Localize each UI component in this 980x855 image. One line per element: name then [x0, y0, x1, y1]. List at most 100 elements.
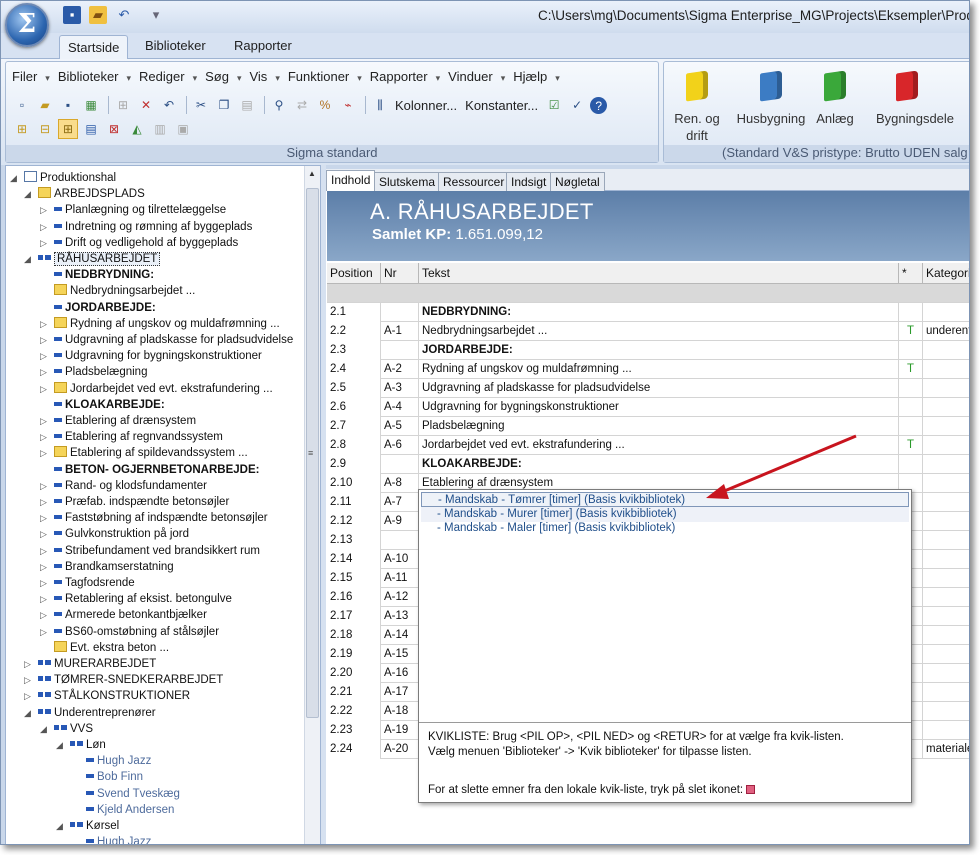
table-row[interactable]: 2.5 A-3 Udgravning af pladskasse for plads…: [327, 379, 969, 398]
tree-node[interactable]: Bob Finn: [72, 769, 143, 785]
expand-toggle-icon[interactable]: ◢: [24, 186, 38, 202]
expand-toggle-icon[interactable]: ▷: [40, 575, 54, 591]
tree-node[interactable]: Evt. ekstra beton ...: [40, 640, 169, 656]
expand-toggle-icon[interactable]: ◢: [40, 721, 54, 737]
tree-node[interactable]: ▷ Etablering af regnvandssystem: [40, 429, 223, 445]
scroll-up-icon[interactable]: ▲: [308, 169, 316, 178]
table-view-icon[interactable]: ▤: [81, 119, 101, 139]
menu-item-8[interactable]: Hjælp: [513, 69, 547, 84]
menu-item-2[interactable]: Rediger: [139, 69, 185, 84]
tree-node[interactable]: ▷ Retablering af eksist. betongulve: [40, 591, 232, 607]
tree-node[interactable]: Hugh Jazz: [72, 753, 151, 769]
menu-item-1[interactable]: Biblioteker: [58, 69, 119, 84]
tree-node[interactable]: ▷ Præfab. indspændte betonsøjler: [40, 494, 229, 510]
cell-txt[interactable]: Rydning af ungskov og muldafrømning ...: [419, 360, 899, 379]
expand-toggle-icon[interactable]: ▷: [40, 559, 54, 575]
tree-node[interactable]: ▷ Rand- og klodsfundamenter: [40, 478, 207, 494]
expand-toggle-icon[interactable]: ▷: [40, 526, 54, 542]
library-button-2[interactable]: Anlæg: [805, 110, 865, 127]
tree-node[interactable]: ▷ Planlægning og tilrettelæggelse: [40, 202, 226, 218]
table-row[interactable]: 2.2 A-1 Nedbrydningsarbejdet ... Tunderent: [327, 322, 969, 341]
help-icon[interactable]: ?: [590, 96, 608, 114]
expand-toggle-icon[interactable]: ▷: [40, 219, 54, 235]
copy-icon[interactable]: ❐: [214, 95, 234, 115]
tree-node[interactable]: ▷ Tagfodsrende: [40, 575, 135, 591]
filter-icon[interactable]: ⊠: [104, 119, 124, 139]
cell-txt[interactable]: NEDBRYDNING:: [419, 303, 899, 322]
cell-txt[interactable]: Nedbrydningsarbejdet ...: [419, 322, 899, 341]
doc-tab-2[interactable]: Ressourcer: [438, 172, 510, 191]
menu-item-3[interactable]: Søg: [205, 69, 229, 84]
expand-toggle-icon[interactable]: ▷: [24, 656, 38, 672]
book-icon-1[interactable]: [760, 70, 782, 102]
expand-toggle-icon[interactable]: ▷: [40, 413, 54, 429]
tree-node[interactable]: ◢ ARBEJDSPLADS: [24, 186, 145, 202]
expand-toggle-icon[interactable]: ▷: [40, 445, 54, 461]
kolonner-button[interactable]: Kolonner...: [395, 98, 457, 113]
print-icon[interactable]: ▣: [173, 119, 193, 139]
cell-txt[interactable]: Udgravning for bygningskonstruktioner: [419, 398, 899, 417]
column-header[interactable]: Tekst: [419, 263, 899, 284]
application-menu-button[interactable]: Σ: [5, 3, 49, 47]
table-row[interactable]: 2.1 NEDBRYDNING:: [327, 303, 969, 322]
percent-icon[interactable]: %: [315, 95, 335, 115]
table-row[interactable]: 2.7 A-5 Pladsbelægning: [327, 417, 969, 436]
expand-toggle-icon[interactable]: ◢: [10, 170, 24, 186]
tree-node[interactable]: JORDARBEJDE:: [40, 300, 156, 316]
column-header[interactable]: Position: [327, 263, 381, 284]
tree-node[interactable]: ▷ Etablering af drænsystem: [40, 413, 196, 429]
tree-node[interactable]: ◢ Løn: [56, 737, 106, 753]
quick-list-item[interactable]: - Mandskab - Maler [timer] (Basis kvikbi…: [421, 521, 909, 536]
save-icon[interactable]: ▪: [58, 95, 78, 115]
expand-toggle-icon[interactable]: ▷: [40, 202, 54, 218]
expand-toggle-icon[interactable]: ◢: [56, 737, 70, 753]
expand-toggle-icon[interactable]: ▷: [40, 624, 54, 640]
tree-node[interactable]: ▷ Gulvkonstruktion på jord: [40, 526, 189, 542]
expand-toggle-icon[interactable]: ▷: [40, 543, 54, 559]
expand-toggle-icon[interactable]: ▷: [40, 348, 54, 364]
konstanter-button[interactable]: Konstanter...: [465, 98, 538, 113]
expand-toggle-icon[interactable]: ▷: [24, 688, 38, 704]
find-icon[interactable]: ⚲: [269, 95, 289, 115]
save-icon[interactable]: ▪: [63, 6, 81, 24]
tab-rapporter[interactable]: Rapporter: [234, 38, 292, 53]
tree-node[interactable]: ▷ MURERARBEJDET: [24, 656, 156, 672]
doc-tab-0[interactable]: Indhold: [326, 170, 376, 191]
menu-item-7[interactable]: Vinduer: [448, 69, 493, 84]
tree-node[interactable]: ▷ Pladsbelægning: [40, 364, 147, 380]
expand-toggle-icon[interactable]: ◢: [24, 705, 38, 721]
tree-node[interactable]: Hugh Jazz: [72, 834, 151, 844]
tree-level-icon[interactable]: ⊞: [58, 119, 78, 139]
quick-list-item[interactable]: - Mandskab - Murer [timer] (Basis kvikbi…: [421, 506, 909, 522]
expand-toggle-icon[interactable]: ▷: [40, 235, 54, 251]
book-icon-0[interactable]: [686, 70, 708, 102]
expand-toggle-icon[interactable]: ▷: [40, 429, 54, 445]
link-icon[interactable]: ⌁: [338, 95, 358, 115]
tree-node[interactable]: ▷ Stribefundament ved brandsikkert rum: [40, 543, 260, 559]
cell-txt[interactable]: KLOAKARBEJDE:: [419, 455, 899, 474]
expand-toggle-icon[interactable]: ▷: [40, 332, 54, 348]
book-icon-3[interactable]: [896, 70, 918, 102]
doc-tab-3[interactable]: Indsigt: [506, 172, 552, 191]
open-folder-icon[interactable]: ▰: [89, 6, 107, 24]
tree-node[interactable]: ▷ Udgravning for bygningskonstruktioner: [40, 348, 262, 364]
expand-toggle-icon[interactable]: ◢: [56, 818, 70, 834]
tree-node[interactable]: ▷ TØMRER-SNEDKERARBEJDET: [24, 672, 223, 688]
spellcheck-icon[interactable]: ✓: [567, 95, 587, 115]
menu-item-6[interactable]: Rapporter: [370, 69, 428, 84]
table-row[interactable]: 2.3 JORDARBEJDE:: [327, 341, 969, 360]
tree-node[interactable]: KLOAKARBEJDE:: [40, 397, 165, 413]
column-header[interactable]: Nr: [381, 263, 419, 284]
undo-icon[interactable]: ↶: [115, 6, 133, 24]
expand-toggle-icon[interactable]: ▷: [40, 364, 54, 380]
cell-txt[interactable]: Jordarbejdet ved evt. ekstrafundering ..…: [419, 436, 899, 455]
undo-icon[interactable]: ↶: [159, 95, 179, 115]
expand-toggle-icon[interactable]: ◢: [24, 251, 38, 267]
menu-item-0[interactable]: Filer: [12, 69, 37, 84]
tree-node[interactable]: ◢ Produktionshal: [10, 170, 116, 186]
column-header[interactable]: *: [899, 263, 923, 284]
menu-item-4[interactable]: Vis: [249, 69, 267, 84]
checklist-icon[interactable]: ☑: [544, 95, 564, 115]
tree-node[interactable]: ▷ BS60-omstøbning af stålsøjler: [40, 624, 219, 640]
chart-icon[interactable]: ◭: [127, 119, 147, 139]
